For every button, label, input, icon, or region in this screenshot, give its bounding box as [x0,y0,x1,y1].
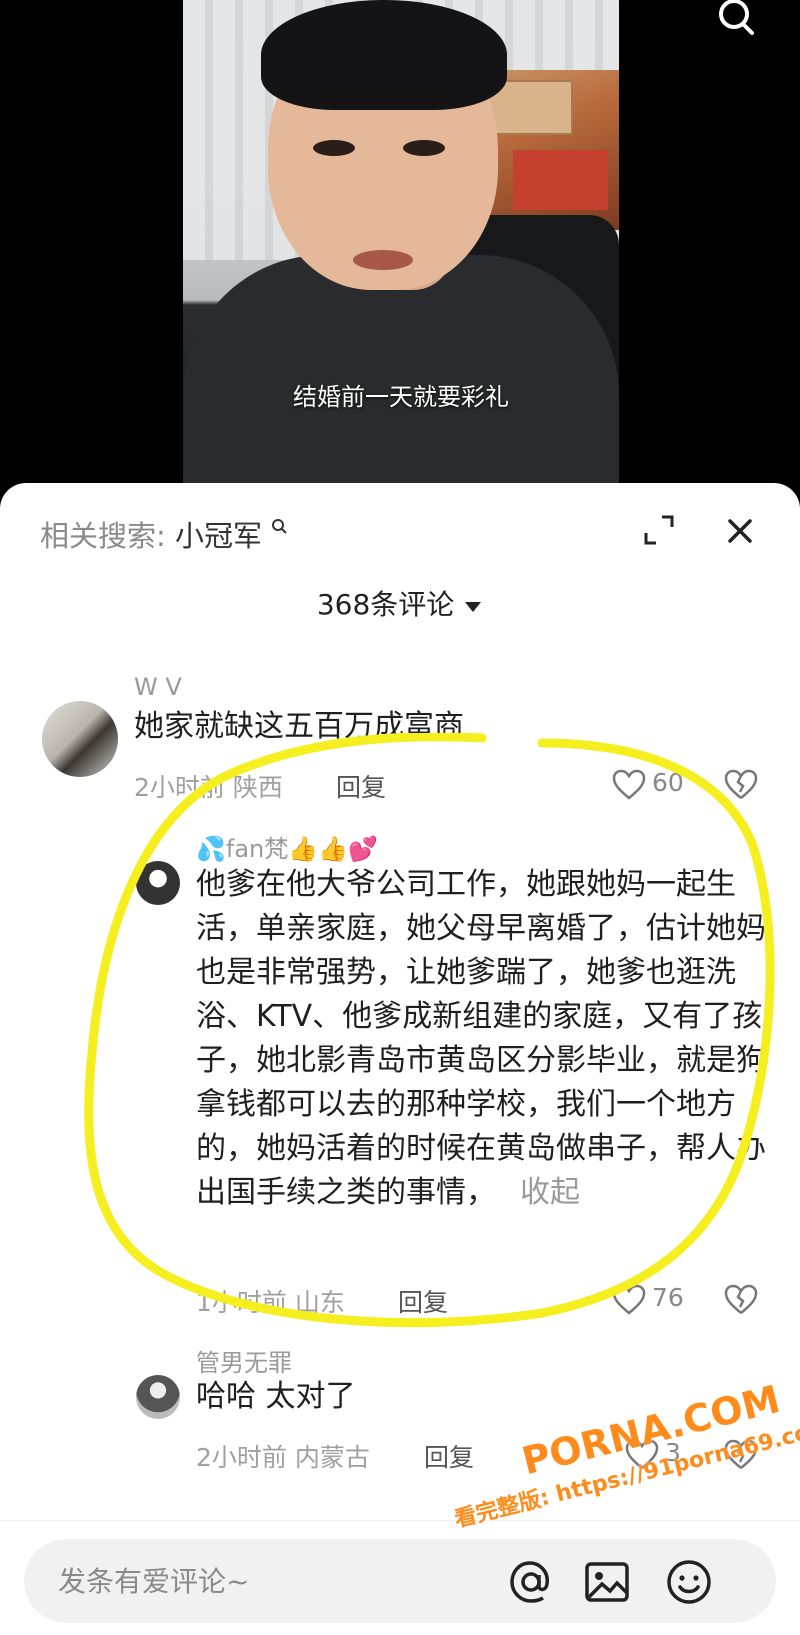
video-caption: 结婚前一天就要彩礼 [293,383,509,411]
video-frame: 结婚前一天就要彩礼 [183,0,619,500]
comment-time: 1小时前 [196,1288,287,1317]
expand-icon [644,515,674,545]
comment-count-label: 368条评论 [316,588,455,621]
comment-time: 2小时前 [196,1443,287,1472]
close-icon [728,519,752,543]
reply-button[interactable]: 回复 [336,768,386,804]
comment-text: 他爹在他大爷公司工作，她跟她妈一起生活，单亲家庭，她父母早离婚了，估计她妈也是非… [196,863,766,1215]
comment-input[interactable] [58,1561,478,1601]
comment-meta: 2小时前 陕西 [134,768,283,804]
comment-input-container[interactable] [24,1539,776,1623]
caret-down-icon [465,602,482,612]
close-button[interactable] [722,513,758,549]
comment-location: 内蒙古 [294,1443,370,1472]
reply-button[interactable]: 回复 [398,1283,448,1319]
broken-heart-icon[interactable] [724,1284,758,1316]
person-eye [403,140,445,156]
expand-button[interactable] [642,513,676,547]
emoji-icon[interactable] [664,1557,714,1607]
comment-location: 陕西 [232,773,283,802]
heart-icon[interactable] [612,1284,646,1316]
comment-time: 2小时前 [134,773,225,802]
comment-username[interactable]: 💦fan梵👍👍💕 [196,829,378,864]
collapse-button[interactable]: 收起 [520,1175,580,1210]
search-icon [719,0,754,35]
comment-text: 她家就缺这五百万成富商 [134,709,464,744]
avatar[interactable] [42,701,118,777]
comment-body: 他爹在他大爷公司工作，她跟她妈一起生活，单亲家庭，她父母早离婚了，估计她妈也是非… [196,867,766,1210]
related-search-keyword[interactable]: 小冠军 [175,519,262,553]
comment-count[interactable]: 368条评论 [0,583,800,623]
video-player[interactable]: 结婚前一天就要彩礼 [0,0,800,500]
comment-meta: 2小时前 内蒙古 [196,1438,370,1474]
comment-location: 山东 [294,1288,345,1317]
search-icon [272,519,287,534]
related-search-label: 相关搜索: [40,519,166,553]
avatar[interactable] [136,861,180,905]
related-search[interactable]: 相关搜索: 小冠军 [40,513,289,555]
person-eye [313,140,355,156]
background-box [513,150,608,210]
broken-heart-icon[interactable] [724,769,758,801]
person-mouth [353,250,413,270]
like-count: 60 [652,768,684,797]
image-icon[interactable] [582,1557,632,1607]
mention-icon[interactable] [506,1557,556,1607]
heart-icon[interactable] [612,769,646,801]
like-count: 76 [652,1283,684,1312]
comment-input-bar [0,1520,800,1635]
person-hair [261,0,507,110]
search-button[interactable] [712,0,760,36]
comment-username[interactable]: 管男无罪 [196,1343,292,1378]
comment-meta: 1小时前 山东 [196,1283,345,1319]
comment-username[interactable]: W V [134,673,182,701]
avatar[interactable] [136,1375,180,1419]
